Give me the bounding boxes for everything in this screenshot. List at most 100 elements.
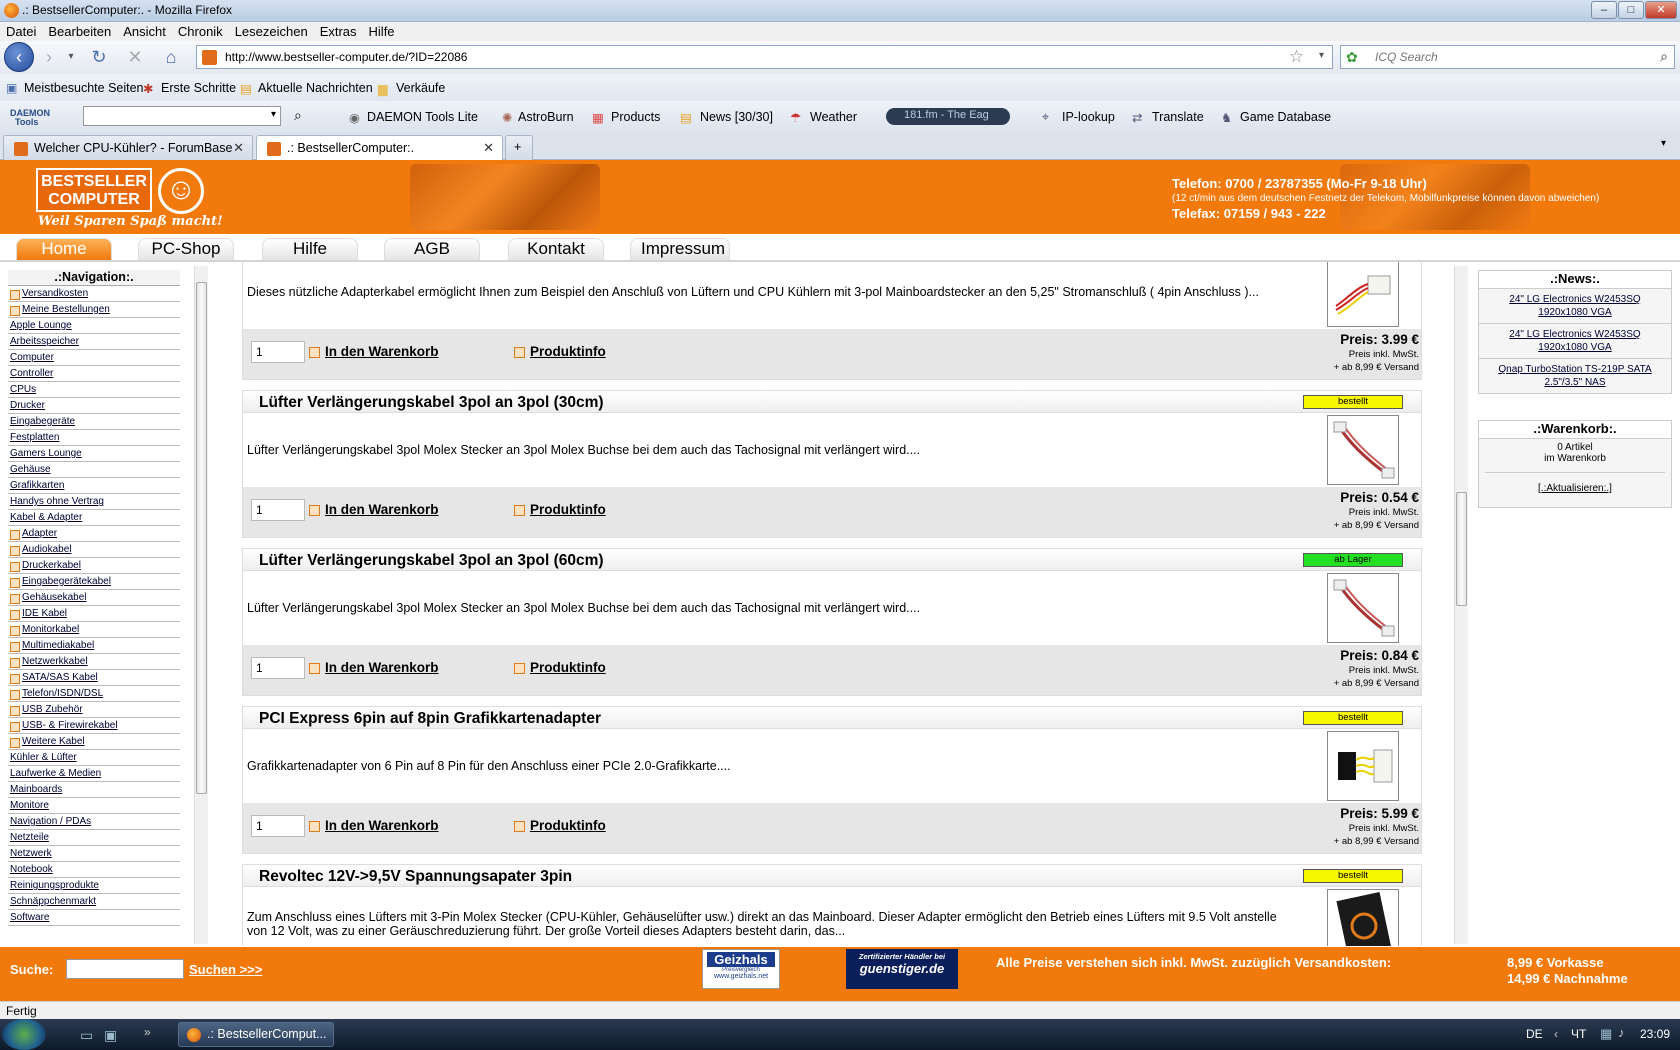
menu-pc-shop[interactable]: PC-Shop: [138, 238, 234, 260]
icq-flower-icon[interactable]: ✿: [1346, 49, 1358, 66]
menu-ansicht[interactable]: Ansicht: [117, 22, 172, 41]
news-button[interactable]: News [30/30]: [700, 110, 773, 124]
search-box[interactable]: ✿ ⌕: [1340, 45, 1675, 69]
network-icon[interactable]: ▦: [1600, 1026, 1612, 1042]
products-button[interactable]: Products: [611, 110, 660, 124]
bookmark-nachrichten[interactable]: Aktuelle Nachrichten: [258, 81, 373, 95]
bookmark-verkaeufe[interactable]: Verkäufe: [396, 81, 445, 95]
rss-icon: ▤: [240, 82, 252, 96]
stop-icon[interactable]: ✕: [124, 46, 146, 68]
news-item[interactable]: 24" LG Electronics W2453SQ 1920x1080 VGA: [1479, 289, 1671, 324]
ip-lookup-button[interactable]: IP-lookup: [1062, 110, 1115, 124]
product-info-link[interactable]: Produktinfo: [514, 818, 606, 833]
tray-day: ЧТ: [1571, 1027, 1587, 1041]
guenstiger-badge[interactable]: Zertifizierter Händler bei guenstiger.de: [846, 949, 958, 989]
show-desktop-icon[interactable]: ▭: [80, 1027, 93, 1044]
close-window-button[interactable]: ✕: [1645, 1, 1677, 19]
product-title[interactable]: Lüfter Verlängerungskabel 3pol an 3pol (…: [243, 549, 1421, 571]
search-submit-link[interactable]: Suchen >>>: [189, 962, 262, 977]
product-info-link[interactable]: Produktinfo: [514, 502, 606, 517]
close-tab-icon[interactable]: ✕: [233, 140, 244, 156]
site-logo[interactable]: BESTSELLER COMPUTER: [36, 168, 152, 212]
bookmark-meistbesuchte[interactable]: Meistbesuchte Seiten: [24, 81, 144, 95]
bookmark-erste-schritte[interactable]: Erste Schritte: [161, 81, 236, 95]
url-bar[interactable]: http://www.bestseller-computer.de/?ID=22…: [196, 45, 1333, 69]
menu-hilfe[interactable]: Hilfe: [363, 22, 401, 41]
quicklaunch-more-icon[interactable]: »: [144, 1025, 151, 1039]
maximize-button[interactable]: □: [1618, 1, 1644, 19]
add-to-cart-link[interactable]: In den Warenkorb: [309, 660, 439, 675]
back-button[interactable]: ‹: [4, 42, 34, 72]
menu-bearbeiten[interactable]: Bearbeiten: [42, 22, 117, 41]
game-database-button[interactable]: Game Database: [1240, 110, 1331, 124]
add-to-cart-link[interactable]: In den Warenkorb: [309, 818, 439, 833]
clock[interactable]: 23:09: [1640, 1027, 1670, 1041]
product-title-text[interactable]: Lüfter Verlängerungskabel 3pol an 3pol (…: [259, 552, 604, 569]
product-title-text[interactable]: PCI Express 6pin auf 8pin Grafikkartenad…: [259, 710, 601, 727]
menu-datei[interactable]: Datei: [0, 22, 42, 41]
menu-kontakt[interactable]: Kontakt: [508, 238, 604, 260]
daemon-select[interactable]: ▾: [83, 106, 281, 126]
product-title-text[interactable]: Lüfter Verlängerungskabel 3pol an 3pol (…: [259, 394, 604, 411]
search-input[interactable]: [1375, 48, 1625, 66]
menu-agb[interactable]: AGB: [384, 238, 480, 260]
cart-refresh-link[interactable]: [.:Aktualisieren:.]: [1479, 483, 1671, 494]
quantity-input[interactable]: [251, 815, 305, 837]
quantity-input[interactable]: [251, 657, 305, 679]
tab-forumbase[interactable]: Welcher CPU-Kühler? - ForumBase ✕: [3, 135, 253, 160]
tab-list-icon[interactable]: ▾: [1661, 138, 1666, 149]
menu-lesezeichen[interactable]: Lesezeichen: [229, 22, 314, 41]
close-tab-icon[interactable]: ✕: [483, 140, 494, 156]
url-text[interactable]: http://www.bestseller-computer.de/?ID=22…: [225, 50, 467, 64]
content-scrollbar[interactable]: [1454, 266, 1468, 944]
daemon-search-icon[interactable]: ⌕: [294, 107, 302, 124]
product-title[interactable]: Lüfter Verlängerungskabel 3pol an 3pol (…: [243, 391, 1421, 413]
site-search-input[interactable]: [66, 959, 184, 979]
add-to-cart-link[interactable]: In den Warenkorb: [309, 502, 439, 517]
product-title-text[interactable]: Revoltec 12V->9,5V Spannungsapater 3pin: [259, 868, 572, 885]
product-title[interactable]: Revoltec 12V->9,5V Spannungsapater 3pin b…: [243, 865, 1421, 887]
new-tab-button[interactable]: +: [505, 135, 533, 160]
product-image[interactable]: [1327, 889, 1399, 946]
home-icon[interactable]: ⌂: [160, 46, 182, 68]
taskbar-firefox-button[interactable]: .: BestsellerComput...: [178, 1022, 334, 1047]
search-icon[interactable]: ⌕: [1660, 48, 1668, 65]
minimize-button[interactable]: –: [1591, 1, 1617, 19]
geizhals-badge[interactable]: Geizhals Preisvergleich www.geizhals.net: [702, 949, 780, 989]
news-item[interactable]: 24" LG Electronics W2453SQ 1920x1080 VGA: [1479, 324, 1671, 359]
menu-home[interactable]: Home: [16, 238, 112, 260]
weather-button[interactable]: Weather: [810, 110, 857, 124]
menu-chronik[interactable]: Chronik: [172, 22, 229, 41]
language-indicator[interactable]: DE: [1526, 1027, 1543, 1041]
radio-player[interactable]: 181.fm - The Eag: [886, 108, 1010, 125]
tray-expand-icon[interactable]: ‹: [1554, 1027, 1558, 1041]
add-to-cart-link[interactable]: In den Warenkorb: [309, 344, 439, 359]
content-scrollbar-thumb[interactable]: [1456, 492, 1467, 606]
quantity-input[interactable]: [251, 499, 305, 521]
bookmark-star-icon[interactable]: ☆: [1289, 47, 1304, 67]
product-title[interactable]: PCI Express 6pin auf 8pin Grafikkartenad…: [243, 707, 1421, 729]
price-vat-note: Preis inkl. MwSt.: [1348, 507, 1419, 518]
history-dropdown-icon[interactable]: ▾: [60, 46, 82, 68]
product-image[interactable]: [1327, 415, 1399, 485]
tab-bestseller[interactable]: .: BestsellerComputer:. ✕: [256, 135, 503, 161]
product-image[interactable]: [1327, 262, 1399, 327]
switch-windows-icon[interactable]: ▣: [104, 1027, 117, 1044]
astroburn-button[interactable]: AstroBurn: [518, 110, 574, 124]
volume-icon[interactable]: ♪: [1618, 1025, 1625, 1040]
product-info-link[interactable]: Produktinfo: [514, 344, 606, 359]
daemon-tools-button[interactable]: DAEMON Tools Lite: [367, 110, 478, 124]
menu-hilfe-site[interactable]: Hilfe: [262, 238, 358, 260]
translate-button[interactable]: Translate: [1152, 110, 1204, 124]
reload-icon[interactable]: ↻: [88, 46, 110, 68]
forward-button[interactable]: ›: [38, 46, 60, 68]
quantity-input[interactable]: [251, 341, 305, 363]
product-image[interactable]: [1327, 573, 1399, 643]
product-info-link[interactable]: Produktinfo: [514, 660, 606, 675]
menu-impressum[interactable]: Impressum: [630, 238, 730, 260]
product-image[interactable]: [1327, 731, 1399, 801]
menu-extras[interactable]: Extras: [314, 22, 363, 41]
start-button[interactable]: [2, 1019, 46, 1050]
url-dropdown-icon[interactable]: ▾: [1319, 50, 1324, 61]
news-item[interactable]: Qnap TurboStation TS-219P SATA 2.5"/3.5"…: [1479, 359, 1671, 393]
